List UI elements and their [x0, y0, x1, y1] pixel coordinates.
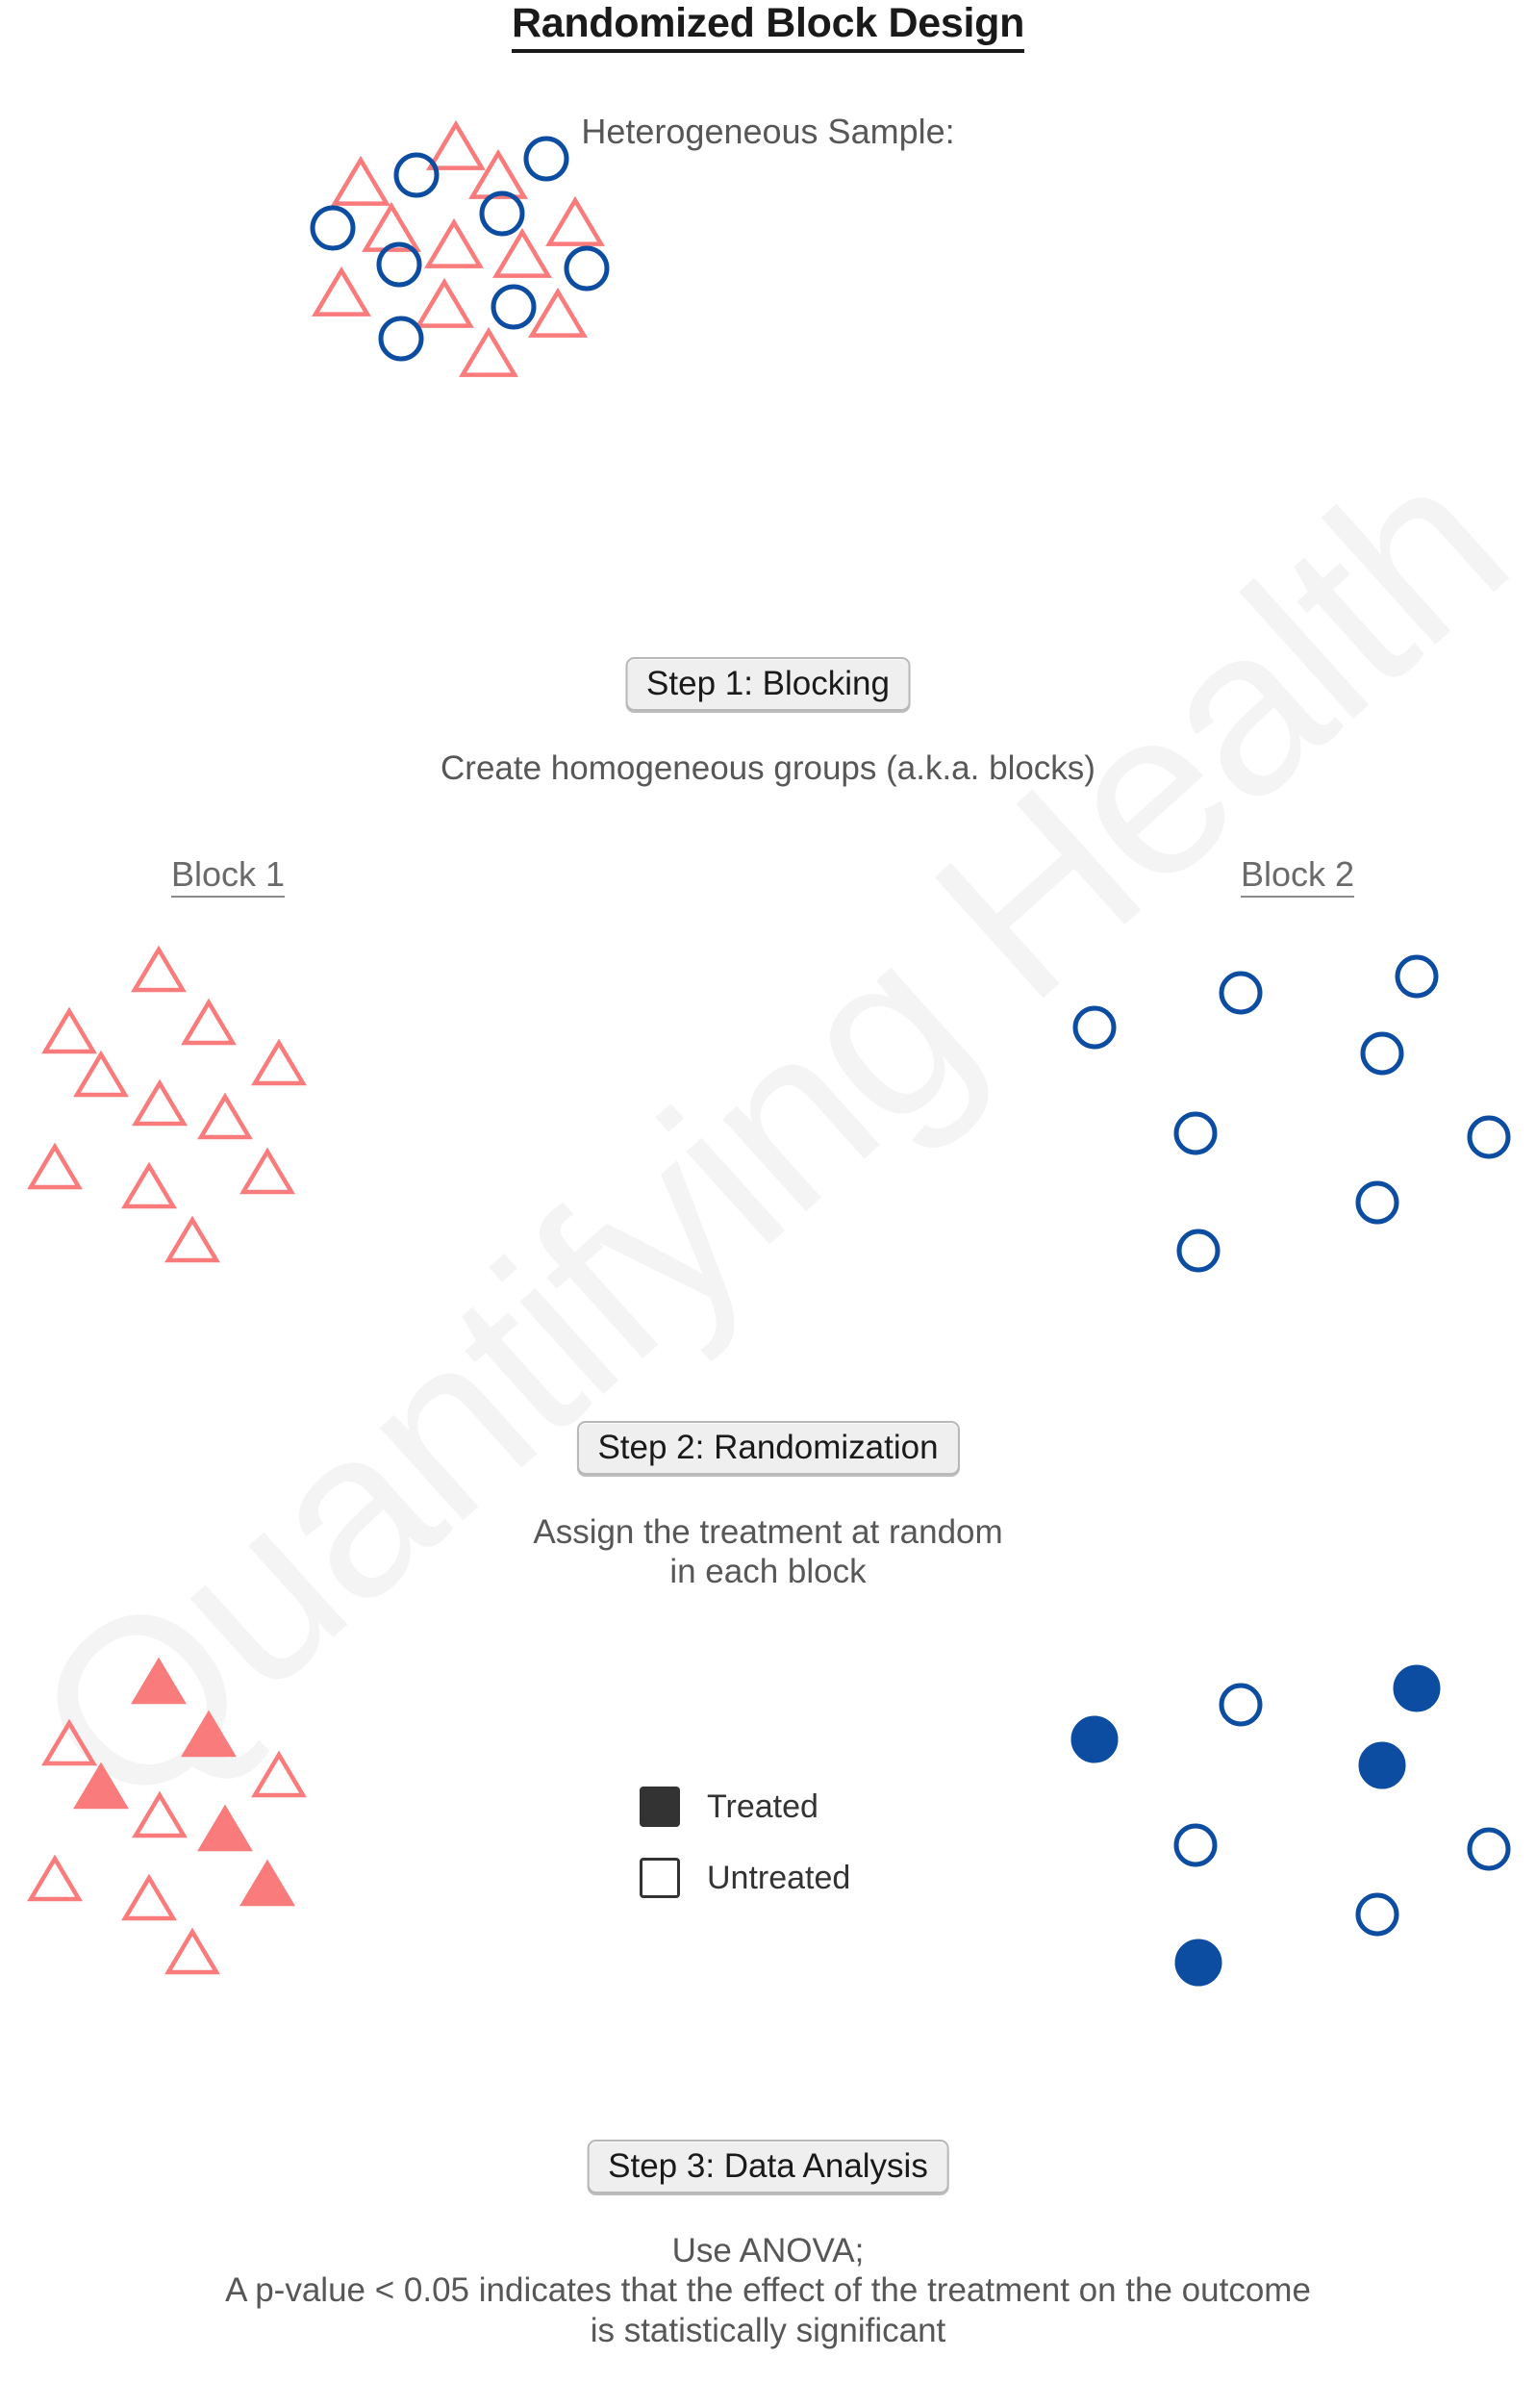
block-2-circle: [1176, 1229, 1221, 1273]
sample-circle: [393, 152, 440, 198]
treated-triangle: [73, 1762, 129, 1810]
sample-triangle: [331, 155, 390, 206]
untreated-circle: [1219, 1683, 1263, 1727]
block-1-triangle: [131, 945, 187, 993]
block-1-heading: Block 1: [171, 854, 286, 898]
sample-triangle: [468, 148, 528, 199]
legend-row-treated: Treated: [640, 1778, 850, 1836]
untreated-circle: [1173, 1823, 1218, 1867]
untreated-triangle: [41, 1718, 97, 1766]
block-1-triangle: [197, 1092, 253, 1140]
treated-circle: [1174, 1939, 1222, 1987]
sample-triangle: [545, 195, 605, 246]
block-2-circle: [1355, 1180, 1399, 1225]
block-2-heading: Block 2: [1241, 854, 1355, 898]
treated-triangle: [131, 1657, 187, 1705]
untreated-triangle: [27, 1854, 83, 1902]
sample-triangle: [312, 266, 371, 317]
treated-circle: [1358, 1741, 1406, 1789]
sample-triangle: [415, 277, 474, 328]
legend-row-untreated: Untreated: [640, 1849, 850, 1907]
heterogeneous-sample-shapes: [0, 119, 1536, 625]
treated-triangle: [181, 1710, 237, 1758]
sample-triangle: [459, 326, 518, 377]
block-1-triangle: [132, 1078, 188, 1127]
sample-triangle: [492, 227, 552, 278]
sample-circle: [310, 205, 356, 251]
diagram-canvas: Quantifying Health Randomized Block Desi…: [0, 0, 1536, 2408]
legend-label-untreated: Untreated: [707, 1859, 851, 1896]
sample-triangle: [528, 287, 588, 338]
heterogeneous-sample-label: Heterogeneous Sample:: [581, 112, 955, 151]
sample-triangle: [362, 201, 421, 252]
block-1-heading-text: Block 1: [171, 854, 286, 898]
block-2-circle: [1173, 1111, 1218, 1155]
step-2-caption: Assign the treatment at random in each bl…: [533, 1513, 1003, 1591]
step-3-button[interactable]: Step 3: Data Analysis: [587, 2140, 949, 2193]
outline-square-icon: [640, 1858, 680, 1898]
step-1-button[interactable]: Step 1: Blocking: [625, 657, 911, 711]
randomized-block-1-shapes: [0, 1626, 500, 2068]
block-1-triangle: [41, 1006, 97, 1054]
treatment-legend: Treated Untreated: [640, 1778, 850, 1920]
sample-circle: [378, 316, 424, 362]
treated-triangle: [239, 1859, 295, 1907]
step-1-caption: Create homogeneous groups (a.k.a. blocks…: [441, 749, 1095, 787]
block-2-circle: [1467, 1115, 1511, 1159]
block-1-triangle: [239, 1147, 295, 1195]
block-2-circle: [1395, 954, 1439, 999]
sample-circle: [479, 190, 525, 237]
sample-circle: [491, 284, 537, 330]
sample-circle: [564, 245, 610, 291]
untreated-circle: [1355, 1892, 1399, 1937]
sample-triangle: [424, 217, 484, 268]
page-title: Randomized Block Design: [0, 0, 1536, 53]
untreated-triangle: [164, 1927, 220, 1975]
block-1-triangle: [27, 1142, 83, 1190]
block-1-triangle: [73, 1050, 129, 1098]
block-2-heading-text: Block 2: [1241, 854, 1355, 898]
block-2-circle: [1360, 1031, 1404, 1076]
block-1-triangle: [121, 1161, 177, 1209]
filled-square-icon: [640, 1787, 680, 1827]
block-1-triangle: [164, 1215, 220, 1263]
treated-triangle: [197, 1804, 253, 1852]
legend-label-treated: Treated: [707, 1787, 818, 1825]
page-title-text: Randomized Block Design: [511, 0, 1024, 53]
block-1-triangle: [251, 1038, 307, 1086]
step-3-caption: Use ANOVA; A p-value < 0.05 indicates tha…: [225, 2232, 1311, 2349]
block-2-circle: [1219, 971, 1263, 1015]
block-1-shapes: [0, 914, 500, 1356]
untreated-triangle: [251, 1750, 307, 1798]
randomized-block-2-shapes: [1039, 1626, 1536, 2068]
treated-circle: [1393, 1664, 1441, 1712]
block-1-triangle: [181, 998, 237, 1046]
block-2-circle: [1072, 1005, 1117, 1050]
untreated-circle: [1467, 1827, 1511, 1871]
step-2-button[interactable]: Step 2: Randomization: [576, 1421, 960, 1475]
treated-circle: [1070, 1715, 1119, 1763]
untreated-triangle: [132, 1790, 188, 1838]
untreated-triangle: [121, 1873, 177, 1921]
block-2-shapes: [1039, 914, 1536, 1356]
